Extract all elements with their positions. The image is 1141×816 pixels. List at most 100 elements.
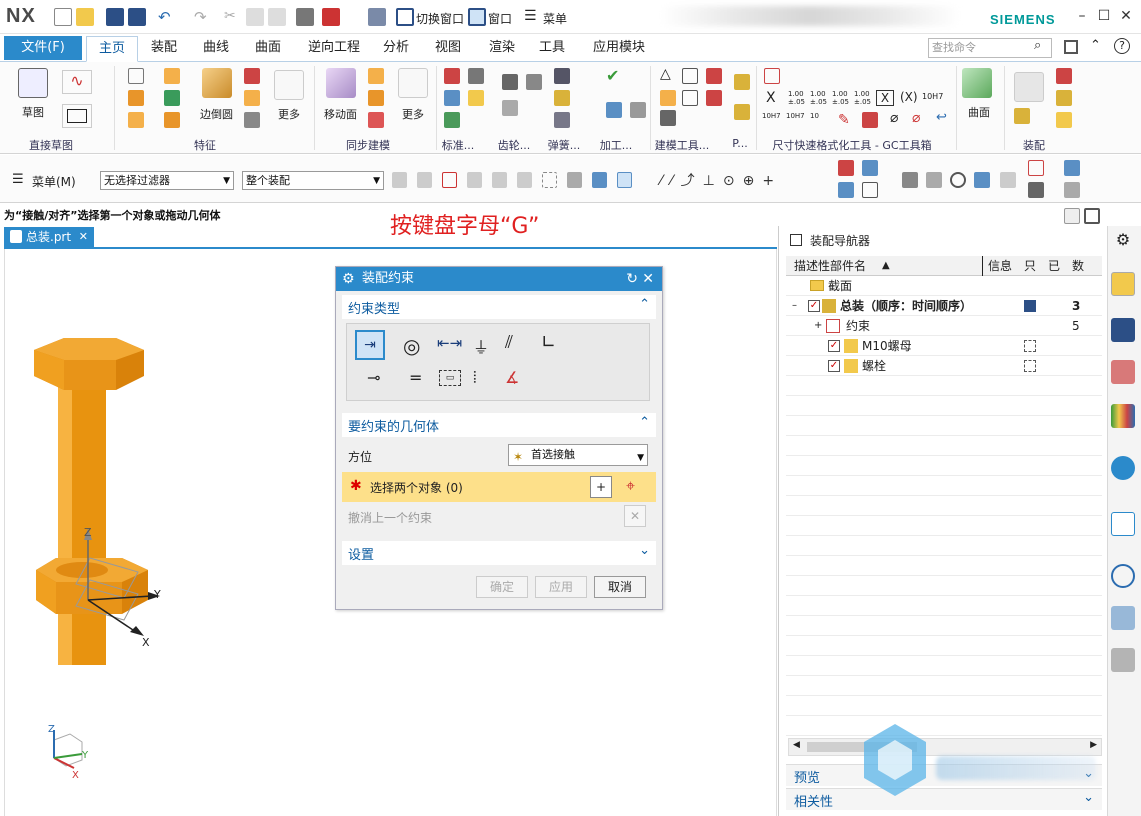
help-icon[interactable]: ? xyxy=(1114,38,1130,54)
column-info[interactable]: 信息 xyxy=(988,256,1012,276)
new-file-icon[interactable] xyxy=(54,8,72,26)
standard-group-label[interactable]: 标准... xyxy=(440,137,476,153)
reuse-library-tab-icon[interactable] xyxy=(1111,404,1135,428)
fit-icon[interactable]: ⊸ xyxy=(367,368,380,387)
window-icon[interactable] xyxy=(468,8,486,26)
column-readonly[interactable]: 只 xyxy=(1024,256,1036,276)
history-tab-icon[interactable] xyxy=(1111,512,1135,536)
readonly-checkbox-icon[interactable] xyxy=(1024,360,1036,372)
assembly-constraint-icon[interactable] xyxy=(1056,68,1072,84)
perpendicular-icon[interactable]: ∟ xyxy=(541,332,556,353)
align-lock-icon[interactable]: ⦙ xyxy=(473,368,477,388)
column-description[interactable]: 描述性部件名 xyxy=(794,256,866,276)
explode-icon[interactable] xyxy=(1056,112,1072,128)
paren-x-button[interactable]: (X) xyxy=(900,90,918,104)
expression-icon[interactable] xyxy=(682,90,698,106)
touch-mode-icon[interactable] xyxy=(368,8,386,26)
surface-button[interactable]: 曲面 xyxy=(968,104,990,120)
extension-spring-icon[interactable] xyxy=(554,112,570,128)
machining-group-label[interactable]: 加工... xyxy=(598,137,634,153)
h7-button-1[interactable]: 10H7 xyxy=(762,112,781,120)
minimize-icon[interactable]: – xyxy=(1074,8,1090,24)
fastener-icon[interactable] xyxy=(444,112,460,128)
checkbox-checked-icon[interactable]: ✓ xyxy=(828,340,840,352)
tree-row-bolt[interactable]: ✓ 螺栓 xyxy=(786,356,1102,376)
save-all-icon[interactable] xyxy=(128,8,146,26)
restore-icon[interactable] xyxy=(1064,208,1080,224)
checkbox-checked-icon[interactable]: ✓ xyxy=(808,300,820,312)
assembly-navigator-tab-icon[interactable] xyxy=(1111,272,1135,296)
paste-icon[interactable] xyxy=(268,8,286,26)
shell-icon[interactable] xyxy=(244,90,260,106)
switch-window-icon[interactable] xyxy=(396,8,414,26)
clock-icon[interactable] xyxy=(1111,564,1135,588)
crosshair-icon[interactable]: ⌖ xyxy=(626,476,635,496)
cancel-button[interactable]: 取消 xyxy=(594,576,646,598)
collapse-ribbon-icon[interactable]: ⌃ xyxy=(1090,38,1101,53)
block-icon[interactable] xyxy=(128,68,144,84)
dimension-icon[interactable] xyxy=(764,68,780,84)
bond-icon[interactable]: = xyxy=(409,368,422,387)
table-icon[interactable] xyxy=(682,68,698,84)
readonly-checkbox-icon[interactable] xyxy=(1024,340,1036,352)
undo-constraint-icon[interactable]: ✕ xyxy=(624,505,646,527)
gear-group-label[interactable]: 齿轮... xyxy=(496,137,532,153)
sketch-icon[interactable] xyxy=(18,68,48,98)
touch-align-icon[interactable]: ⇥ xyxy=(355,330,385,360)
machining-icon[interactable] xyxy=(606,102,622,118)
select-tool-icon[interactable] xyxy=(592,172,607,188)
surface-icon[interactable] xyxy=(962,68,992,98)
more-sync-icon[interactable] xyxy=(398,68,428,98)
quick-menu[interactable]: 菜单 xyxy=(543,10,567,27)
diameter-icon[interactable]: ⌀ xyxy=(890,110,898,126)
tolerance-button-1[interactable]: 1.00 ±.05 xyxy=(788,90,805,106)
h7-button-3[interactable]: 10 xyxy=(810,112,819,120)
tab-tools[interactable]: 工具 xyxy=(530,36,574,62)
extrude-icon[interactable] xyxy=(164,68,180,84)
parallel-icon[interactable]: ⫽ xyxy=(505,332,513,353)
move-face-icon[interactable] xyxy=(326,68,356,98)
snap-point-icon[interactable] xyxy=(616,172,633,188)
tab-assembly[interactable]: 装配 xyxy=(142,36,186,62)
sketch-button[interactable]: 草图 xyxy=(22,104,44,120)
select-tool-icon[interactable] xyxy=(416,172,432,188)
repeat-command-icon[interactable] xyxy=(322,8,340,26)
search-icon[interactable]: ⌕ xyxy=(1034,38,1041,53)
constraint-type-header[interactable]: 约束类型 ⌃ xyxy=(342,295,656,319)
fix-icon[interactable]: ⏚ xyxy=(473,334,489,358)
standard-part-icon[interactable] xyxy=(444,68,460,84)
move-face-button[interactable]: 移动面 xyxy=(324,106,357,122)
unite-icon[interactable] xyxy=(128,112,144,128)
tolerance-button-2[interactable]: 1.00 ±.05 xyxy=(810,90,827,106)
dialog-title-bar[interactable]: 装配约束 ⚙ ↻ ✕ xyxy=(336,267,662,291)
toolpath-icon[interactable] xyxy=(630,102,646,118)
maximize-view-icon[interactable] xyxy=(1084,208,1100,224)
tree-row-section[interactable]: 截面 xyxy=(786,276,1102,296)
tab-home[interactable]: 主页 xyxy=(86,36,138,62)
tab-render[interactable]: 渲染 xyxy=(480,36,524,62)
grid-icon[interactable] xyxy=(862,182,878,198)
column-modified[interactable]: 已 xyxy=(1048,256,1060,276)
boxed-x-button[interactable]: X xyxy=(876,90,894,106)
tab-application[interactable]: 应用模块 xyxy=(584,36,654,62)
washer-icon[interactable] xyxy=(468,68,484,84)
line-icon[interactable] xyxy=(838,160,854,176)
menu-button[interactable]: 菜单(M) xyxy=(32,173,76,190)
web-browser-tab-icon[interactable] xyxy=(1111,456,1135,480)
delete-face-icon[interactable] xyxy=(368,112,384,128)
redo-icon[interactable]: ↷ xyxy=(194,8,207,26)
edge-blend-icon[interactable] xyxy=(202,68,232,98)
display-icon[interactable] xyxy=(1028,160,1044,176)
draft-icon[interactable] xyxy=(244,112,260,128)
orientation-select[interactable]: 首选接触 ▼ ✶ xyxy=(508,444,648,466)
compression-spring-icon[interactable] xyxy=(554,90,570,106)
maximize-icon[interactable]: ☐ xyxy=(1096,8,1112,24)
selection-scope-select[interactable]: 整个装配 ▼ xyxy=(242,171,384,190)
tree-row-root-assembly[interactable]: – ✓ 总装（顺序：时间顺序） 3 xyxy=(786,296,1102,316)
component-tool-icon[interactable] xyxy=(734,104,750,120)
ok-button[interactable]: 确定 xyxy=(476,576,528,598)
column-count[interactable]: 数 xyxy=(1072,256,1084,276)
tolerance-button-3[interactable]: 1.00 ±.05 xyxy=(832,90,849,106)
chamfer-icon[interactable] xyxy=(244,68,260,84)
tab-curve[interactable]: 曲线 xyxy=(194,36,238,62)
